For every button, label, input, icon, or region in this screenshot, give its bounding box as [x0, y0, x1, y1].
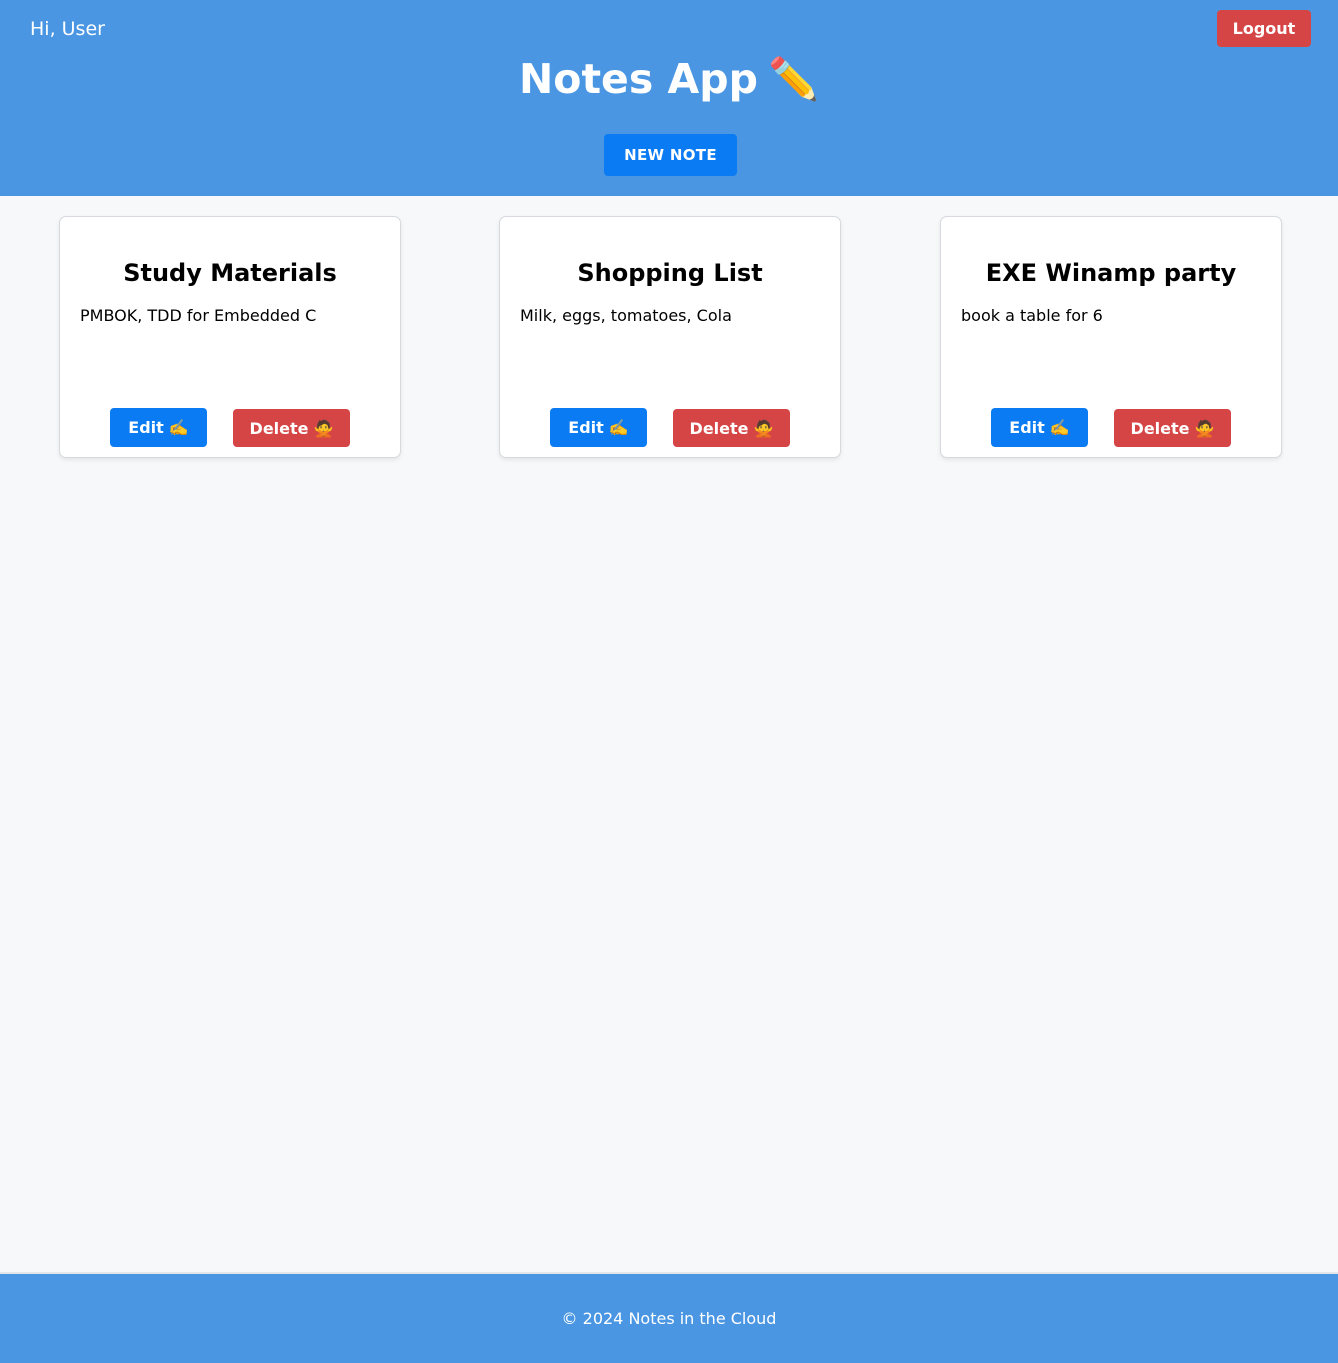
- delete-button-label: Delete: [1130, 418, 1190, 438]
- no-gesture-icon: 🙅: [753, 418, 774, 438]
- note-content: PMBOK, TDD for Embedded C: [80, 306, 317, 325]
- writing-hand-icon: ✍️: [168, 418, 189, 437]
- logout-button[interactable]: Logout: [1217, 10, 1311, 47]
- edit-note-button[interactable]: Edit ✍️: [110, 408, 207, 447]
- copyright-text: © 2024 Notes in the Cloud: [561, 1309, 777, 1328]
- no-gesture-icon: 🙅: [1194, 418, 1215, 438]
- writing-hand-icon: ✍️: [608, 418, 629, 437]
- pencil-icon: ✏️: [767, 55, 820, 103]
- edit-button-label: Edit: [1009, 418, 1045, 437]
- note-title: Study Materials: [123, 259, 337, 287]
- user-greeting: Hi, User: [30, 18, 105, 40]
- note-card: Study Materials PMBOK, TDD for Embedded …: [59, 216, 401, 458]
- edit-note-button[interactable]: Edit ✍️: [550, 408, 647, 447]
- delete-button-label: Delete: [249, 418, 309, 438]
- edit-button-label: Edit: [128, 418, 164, 437]
- note-card: Shopping List Milk, eggs, tomatoes, Cola…: [499, 216, 841, 458]
- writing-hand-icon: ✍️: [1049, 418, 1070, 437]
- page-title-text: Notes App: [518, 55, 758, 103]
- no-gesture-icon: 🙅: [313, 418, 334, 438]
- app-header: Hi, User Logout Notes App ✏️ NEW NOTE: [0, 0, 1338, 196]
- delete-button-label: Delete: [689, 418, 749, 438]
- page-title: Notes App ✏️: [0, 52, 1338, 106]
- note-title: EXE Winamp party: [985, 259, 1237, 287]
- delete-note-button[interactable]: Delete 🙅: [233, 409, 350, 447]
- note-content: Milk, eggs, tomatoes, Cola: [520, 306, 732, 325]
- app-footer: © 2024 Notes in the Cloud: [0, 1272, 1338, 1363]
- edit-button-label: Edit: [568, 418, 604, 437]
- note-content: book a table for 6: [961, 306, 1103, 325]
- note-title: Shopping List: [577, 259, 763, 287]
- delete-note-button[interactable]: Delete 🙅: [673, 409, 790, 447]
- delete-note-button[interactable]: Delete 🙅: [1114, 409, 1231, 447]
- note-card: EXE Winamp party book a table for 6 Edit…: [940, 216, 1282, 458]
- edit-note-button[interactable]: Edit ✍️: [991, 408, 1088, 447]
- new-note-button[interactable]: NEW NOTE: [604, 134, 737, 176]
